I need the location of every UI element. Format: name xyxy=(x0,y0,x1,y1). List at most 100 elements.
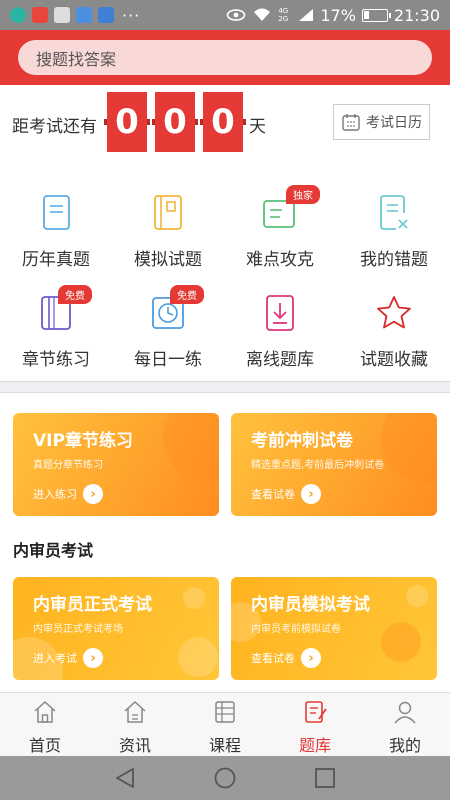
nav-label: 题库 xyxy=(298,736,331,755)
battery-percent: 17% xyxy=(320,5,356,25)
feature-chapter-practice[interactable]: 免费 章节练习 xyxy=(0,285,112,370)
question-bank-icon xyxy=(305,701,327,723)
header-bar: 搜题找答案 xyxy=(0,30,450,85)
chevron-right-icon: › xyxy=(301,484,321,504)
back-icon[interactable] xyxy=(113,766,137,790)
search-input[interactable]: 搜题找答案 xyxy=(18,40,432,75)
tab-news[interactable]: 资讯 xyxy=(90,699,180,756)
feature-daily-practice[interactable]: 免费 每日一练 xyxy=(112,285,224,370)
tab-profile[interactable]: 我的 xyxy=(360,699,450,756)
feature-label: 试题收藏 xyxy=(360,350,428,370)
decor-bubble xyxy=(381,413,437,483)
official-exam-card[interactable]: 内审员正式考试 内审员正式考试考场 进入考试 › xyxy=(13,577,219,680)
chevron-right-icon: › xyxy=(83,648,103,668)
gallery-notification-icon xyxy=(54,7,70,23)
section-divider xyxy=(0,381,450,393)
exam-countdown: 距考试还有 0 0 0 天 考试日历 xyxy=(0,92,450,152)
view-mock-paper-button[interactable]: 查看试卷 › xyxy=(251,648,321,668)
app-notification-icon xyxy=(10,7,26,23)
tab-home[interactable]: 首页 xyxy=(0,699,90,756)
video-notification-icon xyxy=(98,7,114,23)
nav-label: 首页 xyxy=(28,736,61,755)
section-title: 内审员考试 xyxy=(13,541,94,560)
tab-question-bank[interactable]: 题库 xyxy=(270,699,360,756)
decor-bubble xyxy=(183,587,205,609)
feature-mock-tests[interactable]: 模拟试题 xyxy=(112,193,224,270)
user-icon xyxy=(394,701,416,724)
feature-label: 每日一练 xyxy=(134,350,202,370)
decor-bubble xyxy=(178,637,218,677)
exclusive-badge: 独家 xyxy=(286,185,320,204)
nav-label: 课程 xyxy=(208,736,241,755)
feature-label: 难点攻克 xyxy=(246,250,314,270)
tab-courses[interactable]: 课程 xyxy=(180,699,270,756)
card-title: VIP章节练习 xyxy=(33,431,133,451)
eye-comfort-icon xyxy=(227,9,246,21)
card-title: 内审员正式考试 xyxy=(33,595,152,615)
app-page: ··· 4G 2G 17% 21:30 搜题找答案 距考试还有 0 0 0 天 … xyxy=(0,0,450,800)
countdown-digit: 0 xyxy=(200,92,246,152)
nav-label: 资讯 xyxy=(118,736,151,755)
school-app-icon xyxy=(32,7,48,23)
mock-exam-card[interactable]: 内审员模拟考试 内审员考前模拟试卷 查看试卷 › xyxy=(231,577,437,680)
more-notifications-indicator: ··· xyxy=(122,5,141,25)
home-icon xyxy=(34,700,56,723)
network-type-label: 4G 2G xyxy=(278,7,289,23)
card-action-label: 查看试卷 xyxy=(251,652,295,665)
nav-label: 我的 xyxy=(388,736,421,755)
feature-label: 模拟试题 xyxy=(134,250,202,270)
enter-practice-button[interactable]: 进入练习 › xyxy=(33,484,103,504)
chevron-right-icon: › xyxy=(301,648,321,668)
clock: 21:30 xyxy=(393,5,440,25)
search-placeholder: 搜题找答案 xyxy=(36,49,117,69)
feature-offline-bank[interactable]: 离线题库 xyxy=(224,293,336,370)
card-subtitle: 内审员正式考试考场 xyxy=(33,624,123,635)
countdown-digit: 0 xyxy=(152,92,198,152)
news-icon xyxy=(124,700,146,723)
download-icon xyxy=(266,295,294,331)
courses-icon xyxy=(215,701,235,723)
feature-label: 离线题库 xyxy=(246,350,314,370)
vip-chapter-card[interactable]: VIP章节练习 真题分章节练习 进入练习 › xyxy=(13,413,219,516)
card-subtitle: 精选重点题,考前最后冲刺试卷 xyxy=(251,460,385,471)
decor-bubble xyxy=(381,622,421,662)
feature-favorites[interactable]: 试题收藏 xyxy=(338,293,450,370)
signal-icon xyxy=(299,9,314,21)
free-badge: 免费 xyxy=(58,285,92,304)
card-action-label: 查看试卷 xyxy=(251,488,295,501)
card-action-label: 进入考试 xyxy=(33,652,77,665)
card-action-label: 进入练习 xyxy=(33,488,77,501)
feature-label: 我的错题 xyxy=(360,250,428,270)
feature-label: 章节练习 xyxy=(22,350,90,370)
feature-label: 历年真题 xyxy=(22,250,90,270)
feature-difficult-points[interactable]: 独家 难点攻克 xyxy=(224,185,336,270)
chevron-right-icon: › xyxy=(83,484,103,504)
recents-icon[interactable] xyxy=(313,766,337,790)
free-badge: 免费 xyxy=(170,285,204,304)
my-mistakes-icon xyxy=(380,195,408,230)
countdown-unit: 天 xyxy=(249,117,266,137)
countdown-label: 距考试还有 xyxy=(12,117,97,137)
decor-bubble xyxy=(163,413,219,483)
status-bar: ··· 4G 2G 17% 21:30 xyxy=(0,0,450,30)
card-subtitle: 真题分章节练习 xyxy=(33,460,103,471)
past-exams-icon xyxy=(43,195,70,230)
star-icon xyxy=(377,296,411,329)
decor-bubble xyxy=(406,585,428,607)
feature-my-mistakes[interactable]: 我的错题 xyxy=(338,193,450,270)
calendar-notification-icon xyxy=(76,7,92,23)
home-circle-icon[interactable] xyxy=(213,766,237,790)
exam-calendar-label: 考试日历 xyxy=(366,115,422,131)
battery-icon xyxy=(361,8,391,22)
system-nav-bar xyxy=(0,756,450,800)
enter-exam-button[interactable]: 进入考试 › xyxy=(33,648,103,668)
card-title: 考前冲刺试卷 xyxy=(251,431,353,451)
bottom-nav: 首页 资讯 课程 题库 我的 xyxy=(0,692,450,756)
view-paper-button[interactable]: 查看试卷 › xyxy=(251,484,321,504)
countdown-digit: 0 xyxy=(104,92,150,152)
card-title: 内审员模拟考试 xyxy=(251,595,370,615)
calendar-icon xyxy=(342,114,360,131)
feature-past-exams[interactable]: 历年真题 xyxy=(0,193,112,270)
exam-calendar-button[interactable]: 考试日历 xyxy=(333,104,430,140)
sprint-exam-card[interactable]: 考前冲刺试卷 精选重点题,考前最后冲刺试卷 查看试卷 › xyxy=(231,413,437,516)
